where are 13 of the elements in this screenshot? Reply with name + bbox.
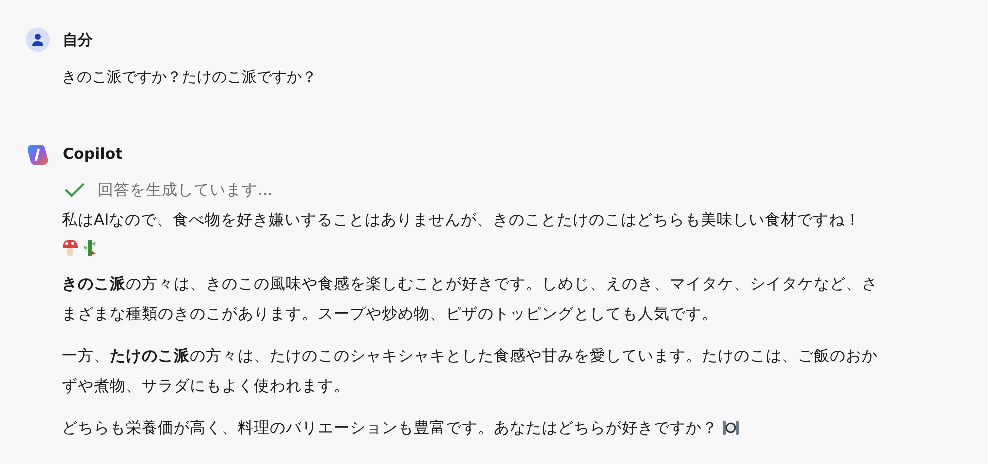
status-text: 回答を生成しています... bbox=[98, 180, 273, 200]
paragraph: きのこ派の方々は、きのこの風味や食感を楽しむことが好きです。しめじ、えのき、マイタケ、シイタケなど、さまざまな種類のきのこがあります。スープや炒め物、ピザのトッピングとしても人気です。 bbox=[62, 274, 878, 322]
mushroom-icon bbox=[62, 238, 79, 256]
paragraph: 私はAIなので、食べ物を好き嫌いすることはありませんが、きのことたけのこはどちらも美味しい食材ですね！ bbox=[62, 210, 862, 228]
author-name: Copilot bbox=[63, 144, 123, 166]
paragraph: 一方、たけのこ派の方々は、たけのこのシャキシャキとした食感や甘みを愛しています。たけのこは、ご飯のおかずや煮物、サラダにもよく使われます。 bbox=[62, 346, 878, 394]
bamboo-icon bbox=[83, 238, 97, 256]
author-name: 自分 bbox=[63, 30, 93, 51]
user-avatar-icon bbox=[26, 28, 50, 52]
paragraph: どちらも栄養価が高く、料理のバリエーションも豊富です。あなたはどちらが好きですか？ bbox=[62, 418, 718, 436]
plate-icon bbox=[722, 419, 740, 438]
logo-icon bbox=[26, 142, 50, 166]
message-text: きのこ派ですか？たけのこ派ですか？ bbox=[61, 67, 318, 88]
